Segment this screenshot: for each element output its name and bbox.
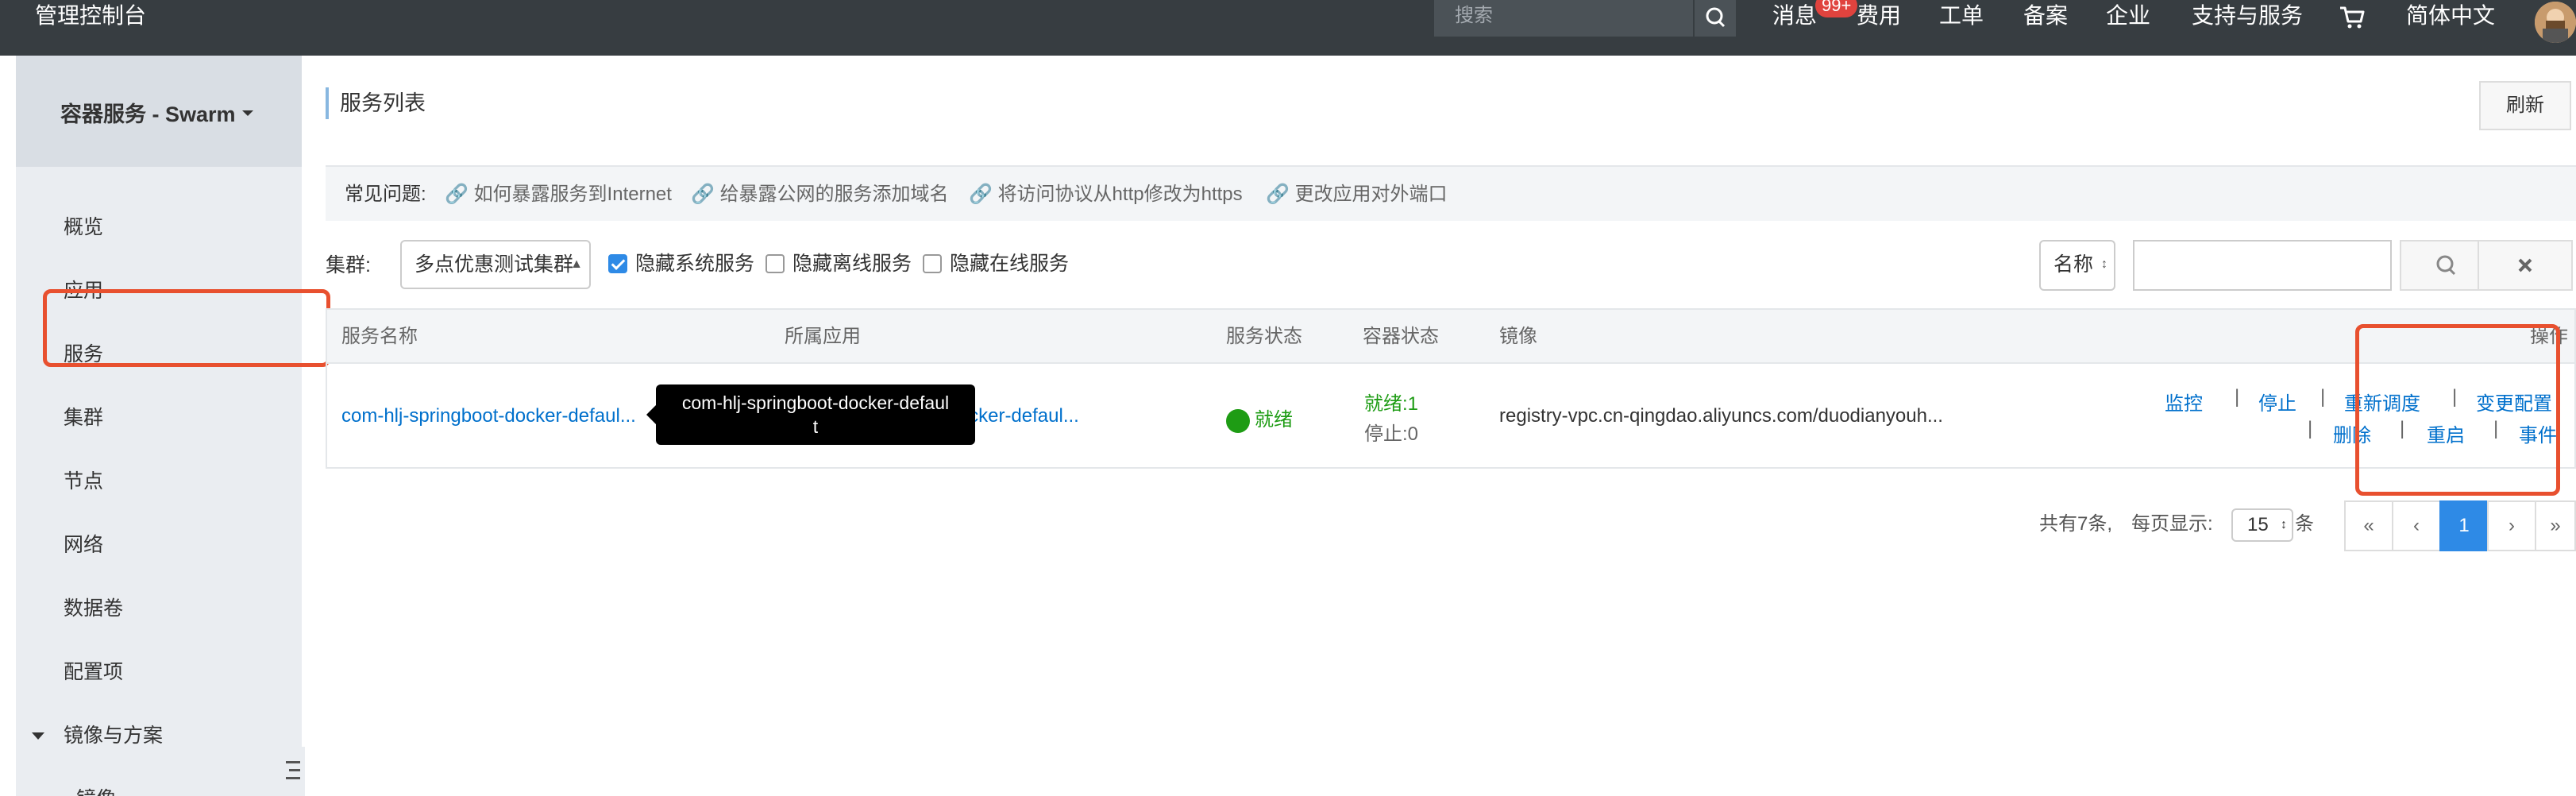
checkbox-unchecked-icon[interactable] bbox=[923, 254, 942, 273]
action-monitor[interactable]: 监控 bbox=[2165, 388, 2203, 415]
sidebar-group-label: 镜像与方案 bbox=[64, 725, 164, 747]
checkbox-hide-system[interactable]: 隐藏系统服务 bbox=[608, 253, 767, 275]
search-field-select[interactable]: 名称 ↕ bbox=[2039, 240, 2115, 291]
col-image: 镜像 bbox=[1499, 326, 1537, 347]
page-size-select[interactable]: 15 ↕ bbox=[2231, 508, 2293, 542]
console-title[interactable]: 管理控制台 bbox=[35, 0, 146, 32]
page-size-value: 15 bbox=[2247, 514, 2269, 535]
link-icon: 🔗 bbox=[691, 184, 715, 205]
link-icon: 🔗 bbox=[445, 184, 469, 205]
action-separator: | bbox=[2235, 386, 2240, 408]
nav-billing[interactable]: 费用 bbox=[1857, 0, 1901, 32]
faq-label: 常见问题: bbox=[345, 184, 426, 205]
col-service-name: 服务名称 bbox=[341, 326, 418, 347]
image-name: registry-vpc.cn-qingdao.aliyuncs.com/duo… bbox=[1499, 405, 1943, 427]
sidebar-item-images[interactable]: 镜像 bbox=[16, 767, 302, 796]
product-title: 容器服务 - Swarm bbox=[60, 102, 236, 126]
clear-search-button[interactable] bbox=[2478, 240, 2573, 291]
sidebar-collapse-handle[interactable] bbox=[278, 747, 305, 796]
pagination-per-page-label: 每页显示: bbox=[2131, 513, 2213, 535]
select-arrows-icon: ↕ bbox=[2101, 257, 2107, 271]
sidebar-item-nodes[interactable]: 节点 bbox=[16, 450, 302, 513]
menu-icon bbox=[286, 761, 300, 779]
checkbox-hide-offline[interactable]: 隐藏离线服务 bbox=[765, 253, 924, 275]
select-arrows-icon: ↕ bbox=[2281, 518, 2287, 531]
nav-enterprise[interactable]: 企业 bbox=[2106, 0, 2150, 32]
cluster-label: 集群: bbox=[326, 254, 371, 276]
page-1-button[interactable]: 1 bbox=[2439, 500, 2489, 551]
checkbox-label: 隐藏系统服务 bbox=[635, 253, 755, 275]
link-icon: 🔗 bbox=[1266, 184, 1290, 205]
cart-icon[interactable] bbox=[2338, 0, 2366, 32]
checkbox-checked-icon[interactable] bbox=[608, 254, 627, 273]
status-ready-icon bbox=[1226, 408, 1250, 433]
refresh-button[interactable]: 刷新 bbox=[2479, 81, 2571, 130]
page-first-button[interactable]: « bbox=[2344, 500, 2393, 551]
sidebar-item-clusters[interactable]: 集群 bbox=[16, 386, 302, 450]
faq-link-change-port[interactable]: 🔗 更改应用对外端口 bbox=[1266, 167, 1448, 222]
pagination-per-page-suffix: 条 bbox=[2295, 513, 2314, 535]
sidebar-item-overview[interactable]: 概览 bbox=[16, 195, 302, 259]
col-application: 所属应用 bbox=[785, 326, 861, 347]
cluster-select[interactable]: 多点优惠测试集群 ▲ bbox=[400, 240, 591, 289]
service-status: 就绪 bbox=[1226, 404, 1293, 433]
action-separator: | bbox=[2320, 386, 2326, 408]
action-stop[interactable]: 停止 bbox=[2258, 388, 2296, 415]
sidebar-item-volumes[interactable]: 数据卷 bbox=[16, 577, 302, 640]
caret-down-icon bbox=[242, 110, 253, 116]
page-title: 服务列表 bbox=[326, 87, 426, 119]
checkbox-label: 隐藏离线服务 bbox=[792, 253, 912, 275]
sidebar: 容器服务 - Swarm 概览 应用 服务 集群 节点 网络 数据卷 配置项 镜… bbox=[16, 56, 302, 796]
search-icon bbox=[1706, 7, 1726, 28]
select-arrows-icon: ▲ bbox=[570, 257, 583, 271]
cluster-select-value: 多点优惠测试集群 bbox=[415, 253, 574, 276]
container-stopped-count: 停止:0 bbox=[1364, 423, 1419, 445]
container-ready-count: 就绪:1 bbox=[1364, 393, 1419, 415]
tooltip-line: com-hlj-springboot-docker-defaul bbox=[681, 392, 950, 413]
pagination-total: 共有7条, bbox=[2039, 513, 2113, 535]
search-button[interactable] bbox=[1693, 0, 1736, 37]
checkbox-hide-online[interactable]: 隐藏在线服务 bbox=[923, 253, 1082, 275]
global-search[interactable]: 搜索 bbox=[1434, 0, 1736, 37]
highlight-box-actions bbox=[2355, 324, 2560, 496]
page-next-button[interactable]: › bbox=[2487, 500, 2536, 551]
product-switcher[interactable]: 容器服务 - Swarm bbox=[16, 56, 302, 167]
nav-messages[interactable]: 消息 bbox=[1772, 0, 1817, 32]
checkbox-label: 隐藏在线服务 bbox=[950, 253, 1070, 275]
col-container-status: 容器状态 bbox=[1363, 326, 1439, 347]
page-last-button[interactable]: » bbox=[2535, 500, 2576, 551]
faq-link-add-domain[interactable]: 🔗 给暴露公网的服务添加域名 bbox=[691, 167, 949, 222]
checkbox-unchecked-icon[interactable] bbox=[765, 254, 785, 273]
highlight-box-services bbox=[43, 289, 330, 367]
search-placeholder: 搜索 bbox=[1455, 5, 1493, 26]
caret-down-icon bbox=[32, 732, 44, 740]
faq-bar: 常见问题: 🔗 如何暴露服务到Internet 🔗 给暴露公网的服务添加域名 🔗… bbox=[326, 165, 2576, 221]
link-icon: 🔗 bbox=[969, 184, 993, 205]
sidebar-item-configs[interactable]: 配置项 bbox=[16, 640, 302, 704]
nav-tickets[interactable]: 工单 bbox=[1939, 0, 1984, 32]
nav-language[interactable]: 简体中文 bbox=[2406, 0, 2495, 32]
user-avatar[interactable] bbox=[2535, 2, 2576, 43]
service-name-link[interactable]: com-hlj-springboot-docker-defaul... bbox=[341, 405, 636, 427]
col-service-status: 服务状态 bbox=[1226, 326, 1302, 347]
faq-link-expose-internet[interactable]: 🔗 如何暴露服务到Internet bbox=[445, 167, 672, 222]
faq-link-http-to-https[interactable]: 🔗 将访问协议从http修改为https bbox=[969, 167, 1243, 222]
close-icon bbox=[2518, 258, 2532, 272]
tooltip-line: t bbox=[812, 416, 819, 437]
action-separator: | bbox=[2308, 418, 2313, 439]
nav-icp-filing[interactable]: 备案 bbox=[2023, 0, 2068, 32]
table-header: 服务名称 所属应用 服务状态 容器状态 镜像 操作 bbox=[327, 310, 2574, 364]
page-prev-button[interactable]: ‹ bbox=[2392, 500, 2441, 551]
sidebar-group-images[interactable]: 镜像与方案 bbox=[16, 704, 302, 767]
nav-support[interactable]: 支持与服务 bbox=[2192, 0, 2303, 32]
service-search-input[interactable] bbox=[2133, 240, 2392, 291]
search-field-value: 名称 bbox=[2053, 253, 2094, 276]
sidebar-item-networks[interactable]: 网络 bbox=[16, 513, 302, 577]
service-name-tooltip: com-hlj-springboot-docker-defaul t bbox=[646, 384, 975, 445]
top-bar: 管理控制台 搜索 消息 99+ 费用 工单 备案 企业 支持与服务 简体中文 bbox=[0, 0, 2576, 56]
message-count-badge: 99+ bbox=[1815, 0, 1858, 17]
